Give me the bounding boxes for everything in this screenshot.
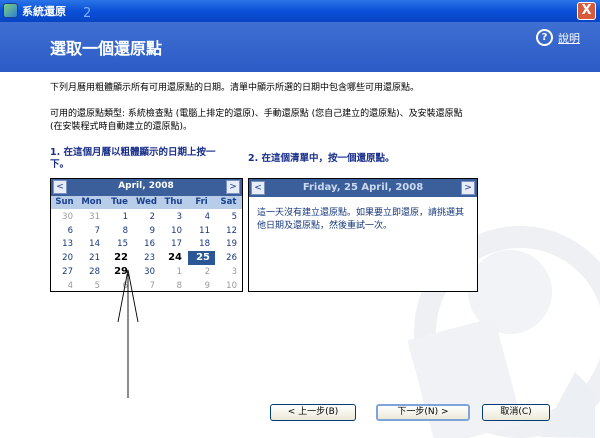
page-title: 選取一個還原點 xyxy=(50,39,163,58)
next-button[interactable]: 下一步(N) > xyxy=(376,404,470,421)
calendar-day[interactable]: 16 xyxy=(133,237,160,251)
weekday-sat: Sat xyxy=(220,197,237,207)
weekday-fri: Fri xyxy=(195,197,208,207)
back-button[interactable]: < 上一步(B) xyxy=(270,404,356,421)
calendar-day[interactable]: 14 xyxy=(78,237,105,251)
calendar-day[interactable]: 5 xyxy=(215,210,242,224)
annotation-arrows xyxy=(117,270,139,398)
calendar-day[interactable]: 5 xyxy=(78,279,105,293)
calendar-day[interactable]: 7 xyxy=(78,224,105,238)
calendar-month-label: April, 2008 xyxy=(118,181,174,191)
step-1-label-line-1: 1. 在這個月曆以粗體顯示的日期上按一 xyxy=(50,147,216,158)
step-2-label: 2. 在這個清單中，按一個還原點。 xyxy=(248,153,395,164)
calendar-day[interactable]: 31 xyxy=(78,210,105,224)
calendar-day[interactable]: 23 xyxy=(133,251,160,265)
selected-date-label: Friday, 25 April, 2008 xyxy=(302,182,424,193)
cancel-button[interactable]: 取消(C) xyxy=(482,404,550,421)
calendar-day[interactable]: 8 xyxy=(106,224,133,238)
restore-point-list: < Friday, 25 April, 2008 > 這一天沒有建立還原點。如果… xyxy=(248,178,478,292)
calendar-day[interactable]: 21 xyxy=(78,251,105,265)
restore-list-prev-button[interactable]: < xyxy=(251,181,265,195)
intro-line-2: 可用的還原點類型: 系統檢查點 (電腦上排定的還原)、手動還原點 (您自己建立的… xyxy=(50,109,463,119)
help-icon[interactable]: ? xyxy=(536,29,553,46)
restore-list-header: < Friday, 25 April, 2008 > xyxy=(249,179,477,197)
intro-line-1: 下列月曆用粗體顯示所有可用還原點的日期。清單中顯示所選的日期中包含哪些可用還原點… xyxy=(50,83,420,93)
title-bar: 系統還原 2 X xyxy=(0,0,600,22)
calendar-day[interactable]: 4 xyxy=(51,279,78,293)
calendar-day[interactable]: 11 xyxy=(188,224,215,238)
calendar-day[interactable]: 13 xyxy=(51,237,78,251)
calendar-day[interactable]: 3 xyxy=(160,210,187,224)
calendar-day[interactable]: 12 xyxy=(215,224,242,238)
calendar-day[interactable]: 30 xyxy=(51,210,78,224)
weekday-row: Sun Mon Tue Wed Thu Fri Sat xyxy=(51,196,242,209)
step-1-label-line-2: 下。 xyxy=(50,159,70,170)
calendar-day[interactable]: 10 xyxy=(160,224,187,238)
calendar-day[interactable]: 15 xyxy=(106,237,133,251)
header-banner: 選取一個還原點 ? 說明 xyxy=(0,22,600,72)
restore-list-next-button[interactable]: > xyxy=(461,181,475,195)
calendar-day[interactable]: 25 xyxy=(188,251,215,265)
calendar-day[interactable]: 28 xyxy=(78,265,105,279)
window-title: 系統還原 xyxy=(22,5,66,18)
calendar-day[interactable]: 22 xyxy=(106,251,133,265)
calendar-prev-month-button[interactable]: < xyxy=(53,180,67,194)
content-area: 下列月曆用粗體顯示所有可用還原點的日期。清單中顯示所選的日期中包含哪些可用還原點… xyxy=(0,72,600,438)
calendar-next-month-button[interactable]: > xyxy=(226,180,240,194)
calendar-day[interactable]: 3 xyxy=(215,265,242,279)
intro-line-3: (在安裝程式時自動建立的還原點)。 xyxy=(50,122,193,132)
calendar-day[interactable]: 26 xyxy=(215,251,242,265)
calendar-day[interactable]: 1 xyxy=(106,210,133,224)
calendar-day[interactable]: 24 xyxy=(160,251,187,265)
system-restore-icon xyxy=(3,3,18,18)
calendar-day[interactable]: 2 xyxy=(188,265,215,279)
weekday-sun: Sun xyxy=(55,197,74,207)
help-link[interactable]: 說明 xyxy=(558,30,580,46)
weekday-thu: Thu xyxy=(164,197,183,207)
no-restore-point-message: 這一天沒有建立還原點。如果要立即還原，請挑選其他日期及還原點，然後重試一次。 xyxy=(257,208,465,231)
calendar-day[interactable]: 20 xyxy=(51,251,78,265)
close-button[interactable]: X xyxy=(577,2,596,20)
calendar-day[interactable]: 27 xyxy=(51,265,78,279)
weekday-mon: Mon xyxy=(81,197,102,207)
calendar-header: < April, 2008 > xyxy=(51,179,242,196)
calendar-day[interactable]: 9 xyxy=(133,224,160,238)
calendar-day[interactable]: 1 xyxy=(160,265,187,279)
calendar-day[interactable]: 18 xyxy=(188,237,215,251)
calendar-day[interactable]: 9 xyxy=(188,279,215,293)
calendar-day[interactable]: 8 xyxy=(160,279,187,293)
weekday-tue: Tue xyxy=(111,197,128,207)
calendar-day[interactable]: 6 xyxy=(51,224,78,238)
weekday-wed: Wed xyxy=(136,197,157,207)
calendar-day[interactable]: 10 xyxy=(215,279,242,293)
title-suffix: 2 xyxy=(83,6,92,21)
calendar-day[interactable]: 4 xyxy=(188,210,215,224)
calendar-day[interactable]: 17 xyxy=(160,237,187,251)
calendar-day[interactable]: 2 xyxy=(133,210,160,224)
calendar-day[interactable]: 19 xyxy=(215,237,242,251)
